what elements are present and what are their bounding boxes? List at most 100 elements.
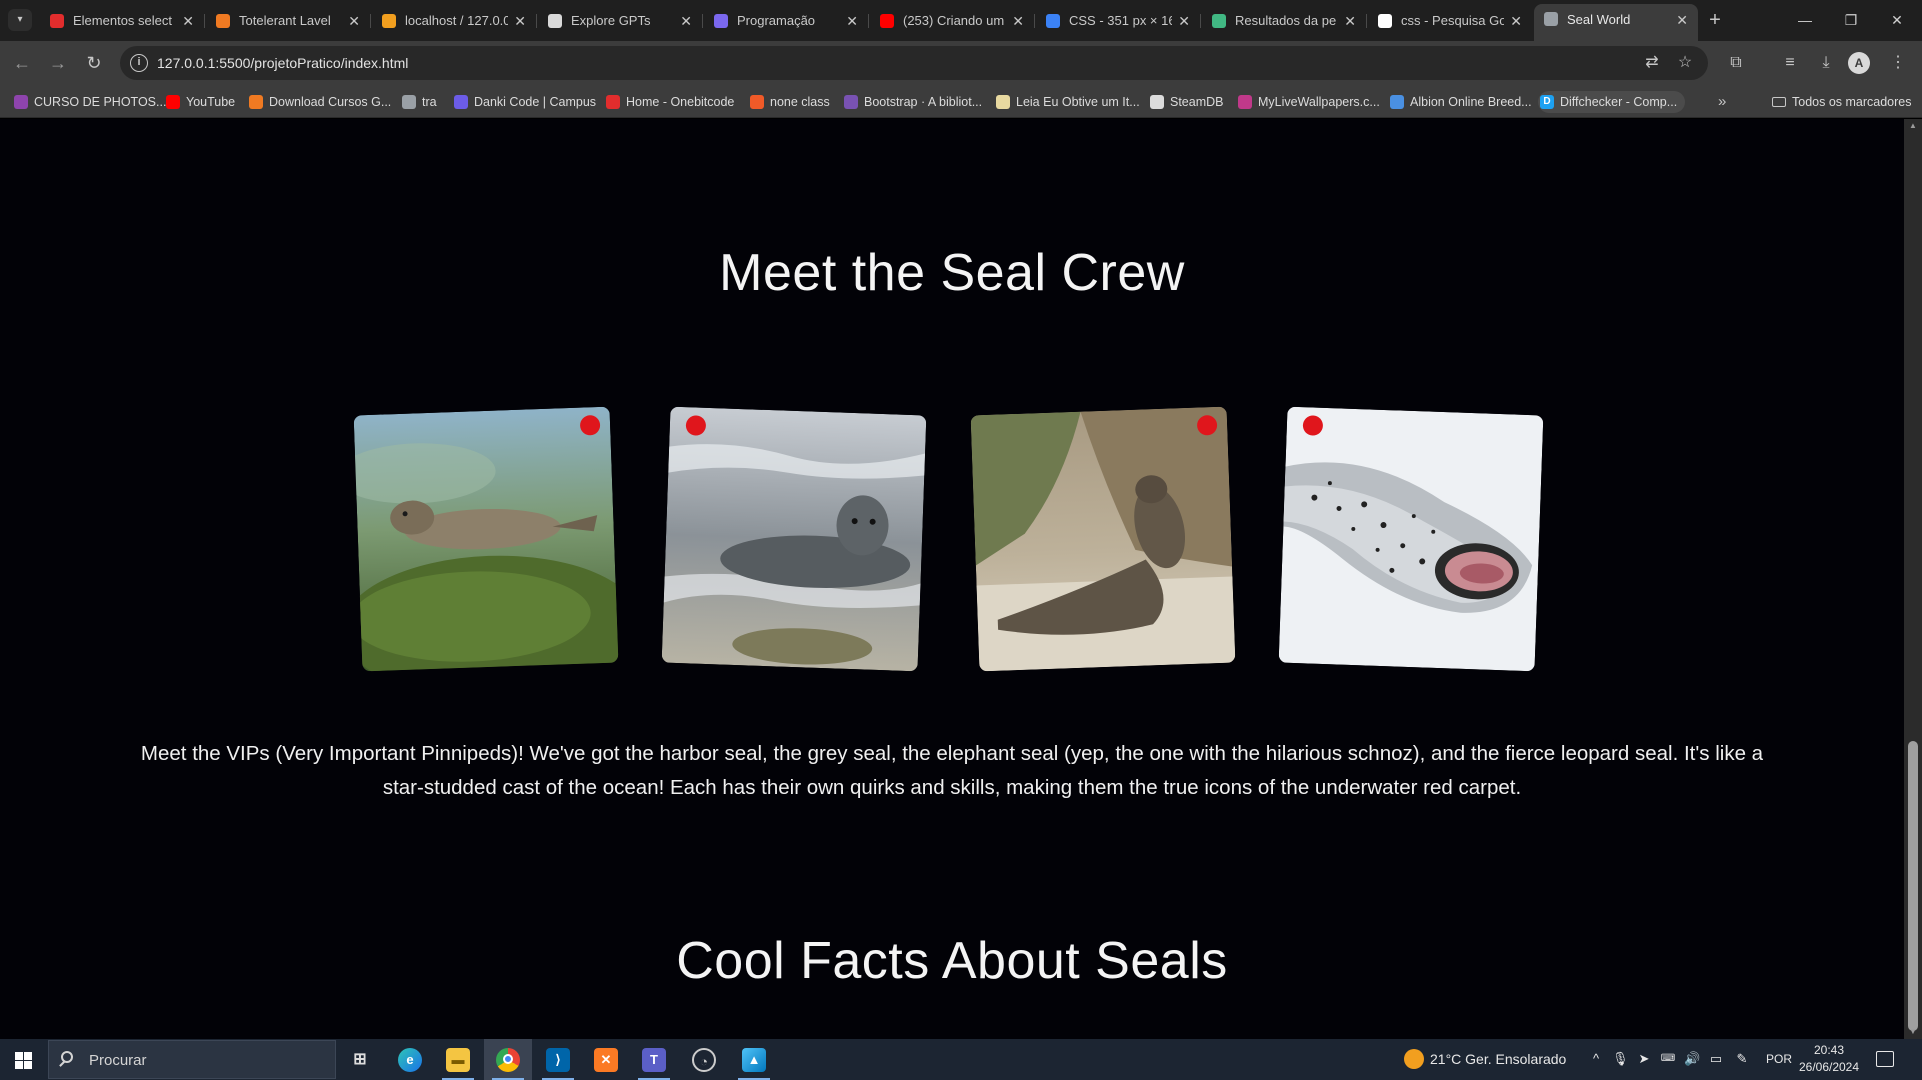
taskbar-search[interactable]: Procurar: [48, 1040, 336, 1079]
google-icon: [1378, 14, 1392, 28]
onebitcode-icon: [606, 95, 620, 109]
facts-section-title: Cool Facts About Seals: [676, 932, 1228, 990]
wallpaper-icon: [1238, 95, 1252, 109]
seal-card-elephant[interactable]: [970, 406, 1236, 672]
browser-tab[interactable]: Programação ✕: [704, 6, 869, 36]
bookmark-item[interactable]: Danki Code | Campus: [452, 91, 596, 113]
extensions-icon[interactable]: ⧉: [1722, 49, 1750, 77]
page-scrollbar[interactable]: ▲ ▼: [1904, 119, 1922, 1039]
notifications-icon[interactable]: [1876, 1051, 1894, 1067]
bookmark-item[interactable]: none class: [748, 91, 830, 113]
bookmark-item[interactable]: Download Cursos G...: [247, 91, 391, 113]
tab-search-button[interactable]: ▾: [8, 9, 32, 31]
vscode-app[interactable]: ⟩: [534, 1039, 582, 1080]
chrome-app[interactable]: [484, 1039, 532, 1080]
scroll-down-icon[interactable]: ▼: [1904, 1025, 1922, 1039]
file-explorer-app[interactable]: ▬: [434, 1039, 482, 1080]
seal-card-grey[interactable]: [661, 406, 927, 672]
tab-close-icon[interactable]: ✕: [348, 6, 360, 36]
browser-tab[interactable]: Resultados da pe ✕: [1202, 6, 1367, 36]
bookmark-item[interactable]: MyLiveWallpapers.c...: [1236, 91, 1380, 113]
start-button[interactable]: [0, 1039, 46, 1080]
mdn-icon: [50, 14, 64, 28]
all-bookmarks-folder[interactable]: Todos os marcadores: [1770, 91, 1912, 113]
tab-close-icon[interactable]: ✕: [846, 6, 858, 36]
tab-close-icon[interactable]: ✕: [514, 6, 526, 36]
location-icon[interactable]: ➤: [1636, 1051, 1652, 1067]
bookmark-item[interactable]: YouTube: [164, 91, 235, 113]
reload-button[interactable]: ↻: [80, 49, 108, 77]
bookmark-item[interactable]: SteamDB: [1148, 91, 1224, 113]
address-bar[interactable]: i 127.0.0.1:5500/projetoPratico/index.ht…: [120, 46, 1708, 80]
tab-close-icon[interactable]: ✕: [1012, 6, 1024, 36]
new-tab-button[interactable]: +: [1701, 6, 1729, 34]
profile-avatar[interactable]: A: [1848, 52, 1870, 74]
page-icon: [402, 95, 416, 109]
forward-button[interactable]: →: [44, 49, 72, 77]
network-icon[interactable]: ▭: [1708, 1051, 1724, 1067]
tab-close-icon[interactable]: ✕: [1676, 4, 1688, 36]
browser-tab[interactable]: CSS - 351 px × 16 ✕: [1036, 6, 1201, 36]
back-button[interactable]: ←: [8, 49, 36, 77]
tab-title: Seal World: [1567, 12, 1631, 27]
scrollbar-thumb[interactable]: [1908, 741, 1918, 1031]
edge-app[interactable]: e: [386, 1039, 434, 1080]
browser-tab[interactable]: Explore GPTs ✕: [538, 6, 703, 36]
tab-title: Explore GPTs: [571, 13, 651, 28]
downloads-icon[interactable]: ⤓: [1812, 49, 1840, 77]
tab-close-icon[interactable]: ✕: [182, 6, 194, 36]
code-icon: [216, 14, 230, 28]
browser-tab[interactable]: css - Pesquisa Go ✕: [1368, 6, 1532, 36]
browser-tab[interactable]: Totelerant Lavel ✕: [206, 6, 371, 36]
keyboard-icon[interactable]: ⌨: [1660, 1051, 1676, 1067]
leopard-seal-image: [1278, 406, 1544, 672]
volume-icon[interactable]: 🔊: [1684, 1051, 1700, 1067]
weather-sun-icon[interactable]: [1404, 1049, 1424, 1069]
translate-icon[interactable]: ⇄: [1641, 52, 1663, 74]
scroll-up-icon[interactable]: ▲: [1904, 119, 1922, 133]
folder-icon: [1772, 97, 1786, 107]
seal-card-harbor[interactable]: [353, 406, 619, 672]
bookmark-star-icon[interactable]: ☆: [1674, 52, 1696, 74]
code-brackets-icon: [454, 95, 468, 109]
pen-icon[interactable]: ✎: [1734, 1051, 1750, 1067]
elephant-seal-image: [970, 406, 1236, 672]
tab-close-icon[interactable]: ✕: [1510, 6, 1522, 36]
crew-section-title: Meet the Seal Crew: [719, 244, 1185, 302]
system-clock[interactable]: 20:43 26/06/2024: [1796, 1042, 1862, 1076]
microphone-icon[interactable]: 🎙: [1612, 1051, 1629, 1067]
restore-button[interactable]: ❐: [1828, 0, 1874, 41]
tab-close-icon[interactable]: ✕: [680, 6, 692, 36]
tab-close-icon[interactable]: ✕: [1178, 6, 1190, 36]
bookmark-item[interactable]: Bootstrap · A bibliot...: [842, 91, 982, 113]
tab-close-icon[interactable]: ✕: [1344, 6, 1356, 36]
browser-tab[interactable]: Elementos select e ✕: [40, 6, 205, 36]
bookmark-item[interactable]: Home - Onebitcode: [604, 91, 734, 113]
show-hidden-icons[interactable]: ^: [1588, 1051, 1604, 1067]
bookmark-item[interactable]: Leia Eu Obtive um It...: [994, 91, 1140, 113]
browser-tab[interactable]: localhost / 127.0.0 ✕: [372, 6, 537, 36]
url-text[interactable]: 127.0.0.1:5500/projetoPratico/index.html: [157, 46, 408, 80]
media-controls-icon[interactable]: ≡: [1776, 49, 1804, 77]
bookmark-diffchecker[interactable]: D Diffchecker - Comp...: [1538, 91, 1686, 113]
close-window-button[interactable]: ✕: [1874, 0, 1920, 41]
tab-title: (253) Criando um: [903, 13, 1005, 28]
minimize-button[interactable]: —: [1782, 0, 1828, 41]
weather-text[interactable]: 21°C Ger. Ensolarado: [1430, 1039, 1566, 1080]
language-indicator[interactable]: POR: [1766, 1039, 1792, 1080]
bookmarks-overflow-icon[interactable]: »: [1718, 91, 1726, 113]
xampp-app[interactable]: ✕: [582, 1039, 630, 1080]
bookmark-item[interactable]: CURSO DE PHOTOS...: [12, 91, 166, 113]
bookmark-item[interactable]: Albion Online Breed...: [1388, 91, 1532, 113]
browser-tab[interactable]: Seal World ✕: [1534, 4, 1698, 41]
obs-app[interactable]: ◔: [680, 1039, 728, 1080]
teams-app[interactable]: T: [630, 1039, 678, 1080]
bookmark-item[interactable]: tra: [400, 91, 437, 113]
browser-tab[interactable]: (253) Criando um ✕: [870, 6, 1035, 36]
photos-app[interactable]: ▲: [730, 1039, 778, 1080]
site-info-icon[interactable]: i: [130, 54, 148, 72]
menu-icon[interactable]: ⋮: [1884, 49, 1912, 77]
task-view-button[interactable]: ⊞: [336, 1039, 384, 1080]
seal-card-leopard[interactable]: [1278, 406, 1544, 672]
bar-chart-icon: [1390, 95, 1404, 109]
